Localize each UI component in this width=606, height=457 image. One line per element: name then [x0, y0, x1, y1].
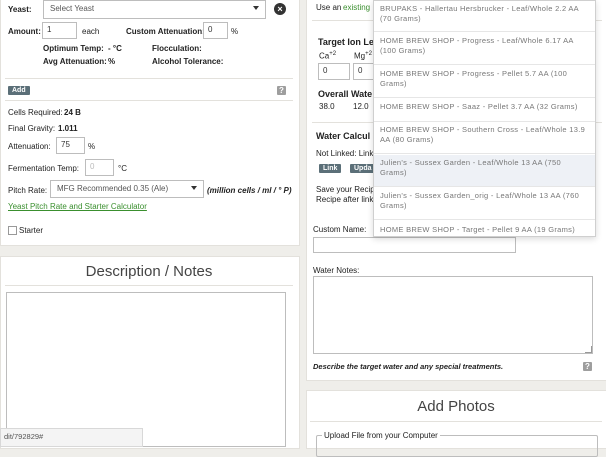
custom-attenuation-input[interactable]: 0	[203, 22, 228, 39]
hop-dropdown-item[interactable]: HOME BREW SHOP - Progress - Pellet 5.7 A…	[374, 66, 595, 98]
photos-title: Add Photos	[417, 398, 495, 415]
attenuation-input[interactable]: 75	[56, 137, 85, 154]
pitch-rate-calculator-link[interactable]: Yeast Pitch Rate and Starter Calculator	[8, 202, 147, 211]
pitch-rate-unit: (million cells / ml / ° P)	[207, 186, 292, 195]
not-linked-text: Not Linked: Link	[316, 149, 374, 158]
description-title: Description / Notes	[85, 263, 213, 280]
overall-ca-value: 38.0	[319, 102, 335, 111]
update-button[interactable]: Upda	[350, 164, 376, 173]
status-url-text: dit/792829#	[4, 432, 44, 441]
hop-dropdown-item[interactable]: Julien's - Sussex Garden_orig - Leaf/Who…	[374, 188, 595, 220]
starter-label: Starter	[19, 226, 44, 235]
cells-required-label: Cells Required:	[8, 108, 63, 117]
final-gravity-label: Final Gravity:	[8, 124, 56, 133]
remove-yeast-icon[interactable]: ×	[274, 3, 286, 15]
divider	[5, 100, 293, 101]
pitch-rate-select[interactable]: MFG Recommended 0.35 (Ale)	[50, 180, 204, 198]
status-url-bar: dit/792829#	[0, 428, 143, 447]
chevron-down-icon	[253, 6, 259, 10]
divider	[310, 421, 602, 422]
yeast-select[interactable]: Select Yeast	[43, 0, 266, 19]
optimum-temp-label: Optimum Temp:	[43, 44, 104, 53]
hop-dropdown-item[interactable]: HOME BREW SHOP - Progress - Leaf/Whole 6…	[374, 33, 595, 65]
ca-label: Ca+2	[319, 51, 337, 61]
existing-link[interactable]: existing	[343, 3, 370, 12]
help-icon[interactable]: ?	[277, 86, 286, 95]
mg-input[interactable]: 0	[353, 63, 375, 80]
custom-name-label: Custom Name:	[313, 225, 367, 234]
water-notes-hint: Describe the target water and any specia…	[313, 362, 504, 371]
upload-label: Upload File from your Computer	[322, 431, 440, 440]
amount-unit: each	[82, 27, 100, 36]
hop-dropdown-item[interactable]: BRUPAKS - Hallertau Hersbrucker - Leaf/W…	[374, 1, 595, 32]
overall-water-title: Overall Wate	[318, 89, 373, 99]
optimum-temp-value: - °C	[108, 44, 122, 53]
target-ion-title: Target Ion Le	[318, 37, 374, 47]
avg-attenuation-label: Avg Attenuation:	[43, 57, 107, 66]
description-textarea[interactable]	[6, 292, 286, 447]
amount-input[interactable]: 1	[42, 22, 77, 39]
amount-label: Amount:	[8, 27, 41, 36]
alcohol-tolerance-label: Alcohol Tolerance:	[152, 57, 224, 66]
attenuation-label: Attenuation:	[8, 142, 51, 151]
use-an-text: Use an	[316, 3, 342, 12]
cells-required-value: 24 B	[64, 108, 81, 117]
save-recipe-text-2: Recipe after link	[316, 195, 374, 204]
custom-attenuation-label: Custom Attenuation:	[126, 27, 205, 36]
water-notes-label: Water Notes:	[313, 266, 360, 275]
yeast-select-value: Select Yeast	[50, 4, 95, 13]
add-yeast-button[interactable]: Add	[8, 86, 30, 95]
overall-mg-value: 12.0	[353, 102, 369, 111]
mg-label: Mg+2	[354, 51, 372, 61]
pitch-rate-label: Pitch Rate:	[8, 186, 48, 195]
water-notes-textarea[interactable]	[313, 276, 593, 354]
hop-dropdown-list[interactable]: BRUPAKS - Hallertau Hersbrucker - Leaf/W…	[373, 0, 596, 237]
divider	[5, 78, 293, 79]
avg-attenuation-value: %	[108, 57, 116, 66]
water-calculator-title: Water Calcul	[316, 131, 371, 141]
custom-attenuation-unit: %	[231, 27, 239, 36]
ca-input[interactable]: 0	[318, 63, 350, 80]
divider	[5, 285, 293, 286]
hop-dropdown-item[interactable]: Julien's - Sussex Garden - Leaf/Whole 13…	[374, 155, 595, 187]
flocculation-label: Flocculation:	[152, 44, 202, 53]
fermentation-temp-label: Fermentation Temp:	[8, 164, 79, 173]
attenuation-unit: %	[88, 142, 96, 151]
yeast-label: Yeast:	[8, 5, 32, 14]
pitch-rate-value: MFG Recommended 0.35 (Ale)	[57, 184, 169, 193]
custom-name-input[interactable]	[313, 237, 516, 253]
resize-handle-icon[interactable]	[585, 346, 592, 353]
help-icon[interactable]: ?	[583, 362, 592, 371]
hop-dropdown-item[interactable]: HOME BREW SHOP - Saaz - Pellet 3.7 AA (3…	[374, 99, 595, 122]
chevron-down-icon	[191, 186, 197, 190]
starter-checkbox[interactable]	[8, 226, 17, 235]
final-gravity-value: 1.011	[58, 124, 78, 133]
fermentation-temp-unit: °C	[118, 164, 127, 173]
hop-dropdown-item[interactable]: HOME BREW SHOP - Target - Pellet 9 AA (1…	[374, 222, 595, 236]
fermentation-temp-input[interactable]: 0	[85, 159, 114, 176]
save-recipe-text-1: Save your Recip	[316, 185, 375, 194]
hop-dropdown-item[interactable]: HOME BREW SHOP - Southern Cross - Leaf/W…	[374, 122, 595, 154]
link-button[interactable]: Link	[319, 164, 342, 173]
